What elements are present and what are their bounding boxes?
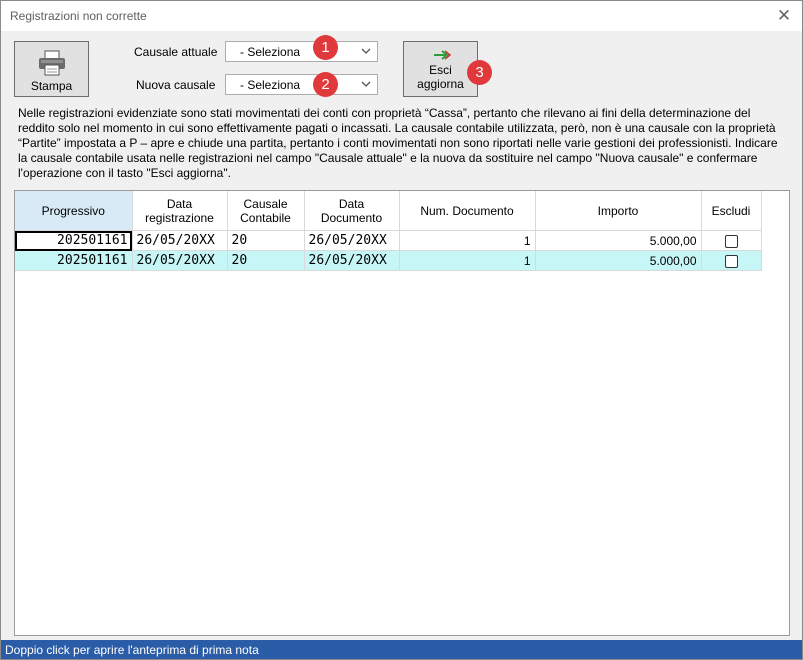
close-icon[interactable]: ✕: [773, 5, 795, 27]
cell-data-registrazione[interactable]: 26/05/20XX: [132, 250, 228, 271]
cell-causale[interactable]: 20: [227, 250, 305, 271]
cell-data-registrazione[interactable]: 26/05/20XX: [132, 230, 228, 251]
marker-2: 2: [313, 72, 338, 97]
col-progressivo[interactable]: Progressivo: [15, 191, 133, 231]
window-title: Registrazioni non corrette: [10, 9, 147, 23]
title-bar: Registrazioni non corrette ✕: [1, 1, 802, 31]
cell-escludi[interactable]: [701, 230, 762, 251]
escludi-checkbox[interactable]: [724, 234, 738, 248]
esci-label: Esci: [429, 63, 452, 77]
cell-data-documento[interactable]: 26/05/20XX: [304, 250, 400, 271]
cell-importo[interactable]: 5.000,00: [535, 230, 702, 251]
col-num-documento[interactable]: Num. Documento: [399, 191, 536, 231]
nuova-causale-value: - Seleziona: [240, 78, 301, 92]
nuova-causale-select[interactable]: - Seleziona: [225, 74, 378, 95]
nuova-causale-label: Nuova causale: [136, 78, 216, 92]
chevron-down-icon: [361, 81, 371, 87]
status-text: Doppio click per aprire l'anteprima di p…: [5, 643, 259, 657]
escludi-checkbox[interactable]: [724, 254, 738, 268]
esci-aggiorna-label: Esci aggiorna: [404, 63, 477, 91]
col-causale-contabile[interactable]: Causale Contabile: [227, 191, 305, 231]
cell-progressivo[interactable]: 202501161: [15, 230, 133, 251]
exit-arrow-icon: [434, 50, 451, 60]
stampa-button[interactable]: Stampa: [14, 41, 89, 97]
table-row[interactable]: 202501161 26/05/20XX 20 26/05/20XX 1 5.0…: [15, 230, 762, 251]
marker-1: 1: [313, 35, 338, 60]
col-importo[interactable]: Importo: [535, 191, 702, 231]
dialog-window: Registrazioni non corrette ✕ Stampa Caus…: [0, 0, 803, 660]
chevron-down-icon: [361, 48, 371, 54]
instructions-text: Nelle registrazioni evidenziate sono sta…: [18, 106, 778, 180]
table-row[interactable]: 202501161 26/05/20XX 20 26/05/20XX 1 5.0…: [15, 250, 762, 271]
cell-importo[interactable]: 5.000,00: [535, 250, 702, 271]
col-escludi[interactable]: Escludi: [701, 191, 762, 231]
col-data-registrazione[interactable]: Data registrazione: [132, 191, 228, 231]
cell-escludi[interactable]: [701, 250, 762, 271]
registrations-grid[interactable]: Progressivo Data registrazione Causale Con…: [14, 190, 790, 636]
marker-3: 3: [467, 60, 492, 85]
cell-num-documento[interactable]: 1: [399, 230, 536, 251]
cell-num-documento[interactable]: 1: [399, 250, 536, 271]
col-data-documento[interactable]: Data Documento: [304, 191, 400, 231]
stampa-label: Stampa: [30, 79, 73, 93]
causale-attuale-label: Causale attuale: [134, 45, 218, 59]
cell-progressivo[interactable]: 202501161: [15, 250, 133, 271]
status-bar: Doppio click per aprire l'anteprima di p…: [1, 640, 802, 659]
aggiorna-label: aggiorna: [417, 77, 464, 91]
causale-attuale-select[interactable]: - Seleziona: [225, 41, 378, 62]
cell-data-documento[interactable]: 26/05/20XX: [304, 230, 400, 251]
cell-causale[interactable]: 20: [227, 230, 305, 251]
printer-icon: [39, 50, 65, 76]
causale-attuale-value: - Seleziona: [240, 45, 301, 59]
registrations-table: Progressivo Data registrazione Causale Con…: [15, 191, 762, 271]
